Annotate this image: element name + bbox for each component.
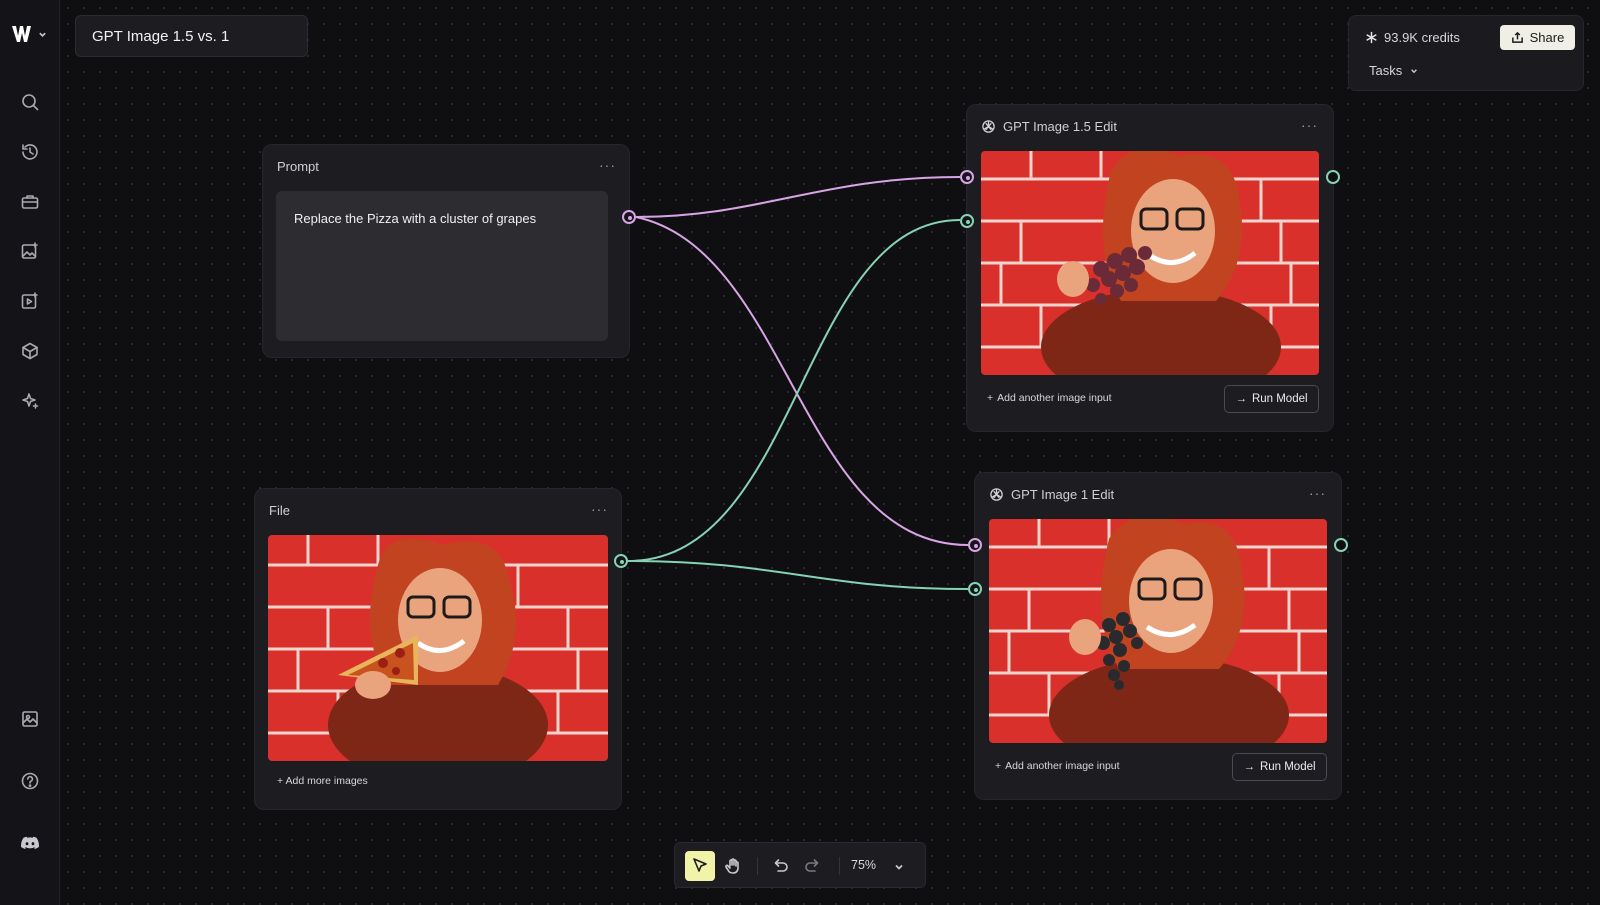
hand-tool-button[interactable]: [718, 851, 748, 881]
run-model-button-15[interactable]: → Run Model: [1224, 385, 1319, 413]
image-edit-icon[interactable]: [17, 238, 43, 264]
gpt-image-15-edit-node[interactable]: GPT Image 1.5 Edit ··· + Add another ima…: [966, 104, 1334, 432]
gpt-image-15-image-input-port[interactable]: [960, 214, 974, 228]
project-title[interactable]: GPT Image 1.5 vs. 1: [75, 15, 308, 57]
zoom-dropdown-button[interactable]: [893, 860, 905, 872]
gpt-image-1-edit-title: GPT Image 1 Edit: [1011, 487, 1115, 502]
sidebar: [0, 0, 60, 905]
add-more-images-link[interactable]: + Add more images: [277, 775, 368, 787]
undo-button[interactable]: [765, 851, 795, 881]
zoom-level[interactable]: 75%: [851, 858, 876, 872]
arrow-right-icon: →: [1243, 761, 1255, 773]
openai-icon: [990, 488, 1003, 501]
file-output-port[interactable]: [614, 554, 628, 568]
openai-icon: [982, 120, 995, 133]
gpt-image-1-edit-menu-button[interactable]: ···: [1309, 485, 1326, 501]
logo-icon: [12, 26, 31, 42]
cube-icon[interactable]: [17, 338, 43, 364]
share-label: Share: [1529, 30, 1565, 45]
run-model-button-1[interactable]: → Run Model: [1232, 753, 1327, 781]
chevron-down-icon: [895, 864, 903, 870]
share-button[interactable]: Share: [1500, 25, 1575, 50]
redo-button[interactable]: [798, 851, 828, 881]
toolbar-divider: [757, 857, 758, 875]
file-node-title: File: [269, 503, 290, 518]
add-image-input-label-1: Add another image input: [1005, 760, 1120, 772]
gpt-image-15-edit-title: GPT Image 1.5 Edit: [1003, 119, 1117, 134]
file-node[interactable]: File ··· + Add more images: [254, 488, 622, 810]
run-model-label-1: Run Model: [1259, 761, 1316, 773]
search-icon[interactable]: [17, 89, 43, 115]
workspace-logo-menu[interactable]: [12, 22, 48, 46]
chevron-down-icon: [39, 32, 46, 37]
share-icon: [1511, 31, 1523, 43]
briefcase-icon[interactable]: [17, 189, 43, 215]
file-node-menu-button[interactable]: ···: [591, 501, 608, 517]
video-icon[interactable]: [17, 288, 43, 314]
redo-icon: [805, 859, 819, 872]
tasks-dropdown[interactable]: Tasks: [1369, 63, 1418, 78]
tasks-label: Tasks: [1369, 63, 1403, 78]
help-icon[interactable]: [17, 768, 43, 794]
prompt-output-port[interactable]: [622, 210, 636, 224]
prompt-node-title: Prompt: [277, 159, 319, 174]
arrow-right-icon: →: [1235, 393, 1247, 405]
prompt-node-menu-button[interactable]: ···: [599, 157, 616, 173]
gallery-icon[interactable]: [17, 706, 43, 732]
chevron-down-icon: [1411, 68, 1418, 73]
gpt-image-1-image-input-port[interactable]: [968, 582, 982, 596]
hand-icon: [725, 858, 739, 874]
run-model-label-15: Run Model: [1251, 393, 1308, 405]
cursor-icon: [693, 858, 707, 872]
gpt-image-15-prompt-input-port[interactable]: [960, 170, 974, 184]
select-tool-button[interactable]: [685, 851, 715, 881]
asterisk-icon: [1366, 31, 1377, 44]
discord-icon[interactable]: [17, 830, 43, 856]
source-image: [268, 535, 608, 761]
prompt-text-input[interactable]: Replace the Pizza with a cluster of grap…: [276, 191, 608, 341]
credits-display: 93.9K credits: [1365, 30, 1460, 45]
sparkle-icon[interactable]: [17, 388, 43, 414]
gpt-image-15-output-port[interactable]: [1326, 170, 1340, 184]
history-icon[interactable]: [17, 139, 43, 165]
gpt-image-1-output-image: [989, 519, 1327, 743]
canvas-toolbar: 75%: [674, 842, 926, 888]
gpt-image-1-prompt-input-port[interactable]: [968, 538, 982, 552]
add-image-input-label-15: Add another image input: [997, 392, 1112, 404]
gpt-image-1-edit-node[interactable]: GPT Image 1 Edit ··· + Add another image…: [974, 472, 1342, 800]
gpt-image-15-edit-menu-button[interactable]: ···: [1301, 117, 1318, 133]
gpt-image-15-edit-header: GPT Image 1.5 Edit: [981, 119, 1117, 134]
credits-label: 93.9K credits: [1384, 30, 1460, 45]
gpt-image-1-output-port[interactable]: [1334, 538, 1348, 552]
toolbar-divider: [839, 857, 840, 875]
undo-icon: [774, 859, 788, 872]
prompt-node[interactable]: Prompt ··· Replace the Pizza with a clus…: [262, 144, 630, 358]
add-image-input-link-1[interactable]: + Add another image input: [995, 760, 1120, 772]
plus-icon: +: [995, 760, 1002, 772]
plus-icon: +: [987, 392, 994, 404]
add-image-input-link-15[interactable]: + Add another image input: [987, 392, 1112, 404]
gpt-image-15-output-image: [981, 151, 1319, 375]
gpt-image-1-edit-header: GPT Image 1 Edit: [989, 487, 1114, 502]
account-panel: 93.9K credits Share Tasks: [1348, 15, 1584, 91]
